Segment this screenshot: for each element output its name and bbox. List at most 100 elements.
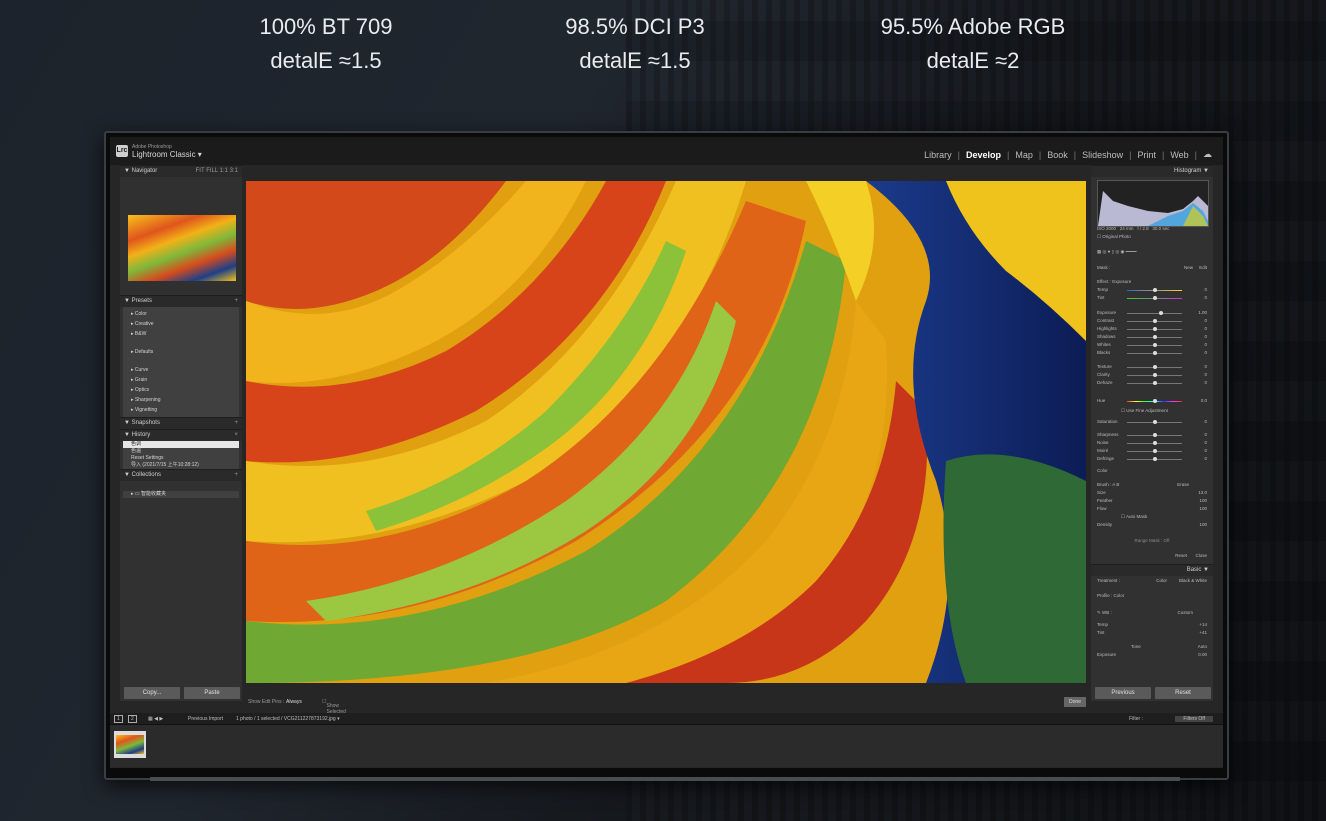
slider-track[interactable] [1127,373,1182,377]
histogram-header[interactable]: Histogram ▼ [1091,165,1213,177]
wb-row[interactable]: ✎ WB : Custom [1097,610,1207,618]
slider-track[interactable] [1127,433,1182,437]
reset-button[interactable]: Reset [1155,687,1211,699]
slider-track[interactable] [1127,420,1182,424]
slider-knob[interactable] [1152,351,1157,355]
slider-dehaze[interactable]: Dehaze 0 [1097,380,1207,388]
edit-pins-select[interactable]: Always [286,699,302,705]
brush-density[interactable]: Density 100 [1097,522,1207,530]
slider-knob[interactable] [1159,311,1164,315]
mask-close[interactable]: Close [1195,553,1207,558]
slider-highlights[interactable]: Highlights 0 [1097,326,1207,334]
view-2[interactable]: 2 [128,715,137,723]
module-book[interactable]: Book [1047,150,1068,160]
fine-adjust-checkbox[interactable]: ☐ Use Fine Adjustment [1097,408,1223,416]
module-map[interactable]: Map [1015,150,1033,160]
history-item[interactable]: 色调 [123,441,239,448]
brush-erase[interactable]: Erase [1177,482,1189,487]
effect-row[interactable]: Effect : Exposure [1097,279,1207,287]
basic-exposure[interactable]: Exposure 0.00 [1097,652,1207,660]
filter-select[interactable]: Filters Off [1175,716,1213,722]
mask-edit[interactable]: Edit [1199,265,1207,270]
slider-knob[interactable] [1152,433,1157,437]
preset-item[interactable]: ▸ Creative [123,319,239,329]
range-mask[interactable]: Range Mask : Off [1097,538,1207,546]
preset-item[interactable]: ▸ Curve [123,365,239,375]
eyedropper-icon[interactable]: ✎ [1097,610,1101,615]
slider-exposure[interactable]: Exposure 1.00 [1097,310,1207,318]
slider-knob[interactable] [1152,288,1157,292]
slider-track[interactable] [1127,296,1182,300]
history-header[interactable]: ▼ History × [120,429,242,441]
tool-strip[interactable]: ▦ ◎ ● ▯ ◎ ◉ ━━━━ [1097,249,1207,257]
view-1[interactable]: 1 [114,715,123,723]
slider-contrast[interactable]: Contrast 0 [1097,318,1207,326]
slider-track[interactable] [1127,288,1182,292]
slider-knob[interactable] [1152,327,1157,331]
copy-button[interactable]: Copy... [124,687,180,699]
collection-item[interactable]: ▸ ▭ 智能收藏夹 [123,491,239,498]
slider-texture[interactable]: Texture 0 [1097,364,1207,372]
treatment-bw[interactable]: Black & White [1179,578,1207,583]
slider-whites[interactable]: Whites 0 [1097,342,1207,350]
navigator-preview[interactable] [120,177,242,295]
slider-knob[interactable] [1152,343,1157,347]
brush-a[interactable]: A [1112,482,1115,487]
mask-new[interactable]: New [1184,265,1193,270]
slider-shadows[interactable]: Shadows 0 [1097,334,1207,342]
filmstrip-thumbnail[interactable] [114,731,146,758]
profile-row[interactable]: Profile : Color [1097,593,1207,601]
collections-header[interactable]: ▼ Collections + [120,469,242,481]
slider-blacks[interactable]: Blacks 0 [1097,350,1207,358]
slider-hue[interactable]: Hue 0.0 [1097,398,1207,406]
basic-temp[interactable]: Temp +14 [1097,622,1207,630]
slider-clarity[interactable]: Clarity 0 [1097,372,1207,380]
auto-mask-checkbox[interactable]: ☐ Auto Mask [1097,514,1223,522]
slider-defringe[interactable]: Defringe 0 [1097,456,1207,464]
source-label[interactable]: Previous Import [188,716,223,722]
slider-track[interactable] [1127,327,1182,331]
previous-button[interactable]: Previous [1095,687,1151,699]
module-print[interactable]: Print [1137,150,1156,160]
slider-knob[interactable] [1152,381,1157,385]
preset-item[interactable]: ▸ Vignetting [123,405,239,415]
brush-b[interactable]: B [1116,482,1119,487]
history-item[interactable]: 导入 (2021/7/15 上午10:28:12) [123,462,239,469]
grid-nav-icons[interactable]: ▦ ◀ ▶ [148,716,163,722]
preset-item[interactable]: ▸ B&W [123,329,239,339]
slider-temp[interactable]: Temp 0 [1097,287,1207,295]
snapshots-header[interactable]: ▼ Snapshots + [120,417,242,429]
slider-knob[interactable] [1152,335,1157,339]
auto-tone[interactable]: Auto [1198,644,1207,649]
slider-saturation[interactable]: Saturation 0 [1097,419,1207,427]
paste-button[interactable]: Paste [184,687,240,699]
preset-item[interactable]: ▸ Defaults [123,347,239,357]
cloud-icon[interactable]: ☁ [1203,149,1212,160]
color-swatch-row[interactable]: Color [1097,468,1207,476]
slider-moir[interactable]: Moiré 0 [1097,448,1207,456]
photo-info[interactable]: 1 photo / 1 selected / VCG211227873192.j… [236,716,340,722]
slider-track[interactable] [1127,381,1182,385]
brush-feather[interactable]: Feather 100 [1097,498,1207,506]
basic-header[interactable]: Basic ▼ [1091,564,1213,576]
original-photo-checkbox[interactable]: ☐ Original Photo [1097,234,1207,242]
overlay-checkbox[interactable]: ☐ Show Selected Mask Overlay [322,699,346,727]
slider-noise[interactable]: Noise 0 [1097,440,1207,448]
slider-track[interactable] [1127,311,1182,315]
brush-flow[interactable]: Flow 100 [1097,506,1207,514]
slider-track[interactable] [1127,343,1182,347]
slider-knob[interactable] [1152,365,1157,369]
preset-item[interactable]: ▸ Grain [123,375,239,385]
slider-track[interactable] [1127,441,1182,445]
done-button[interactable]: Done [1064,697,1086,707]
preset-item[interactable]: ▸ Optics [123,385,239,395]
zoom-options[interactable]: FIT FILL 1:1 3:1 [196,166,238,177]
slider-track[interactable] [1127,457,1182,461]
slider-knob[interactable] [1152,319,1157,323]
preset-item[interactable]: ▸ Color [123,309,239,319]
slider-knob[interactable] [1152,296,1157,300]
presets-header[interactable]: ▼ Presets + [120,295,242,307]
slider-knob[interactable] [1152,373,1157,377]
slider-track[interactable] [1127,319,1182,323]
slider-knob[interactable] [1152,457,1157,461]
